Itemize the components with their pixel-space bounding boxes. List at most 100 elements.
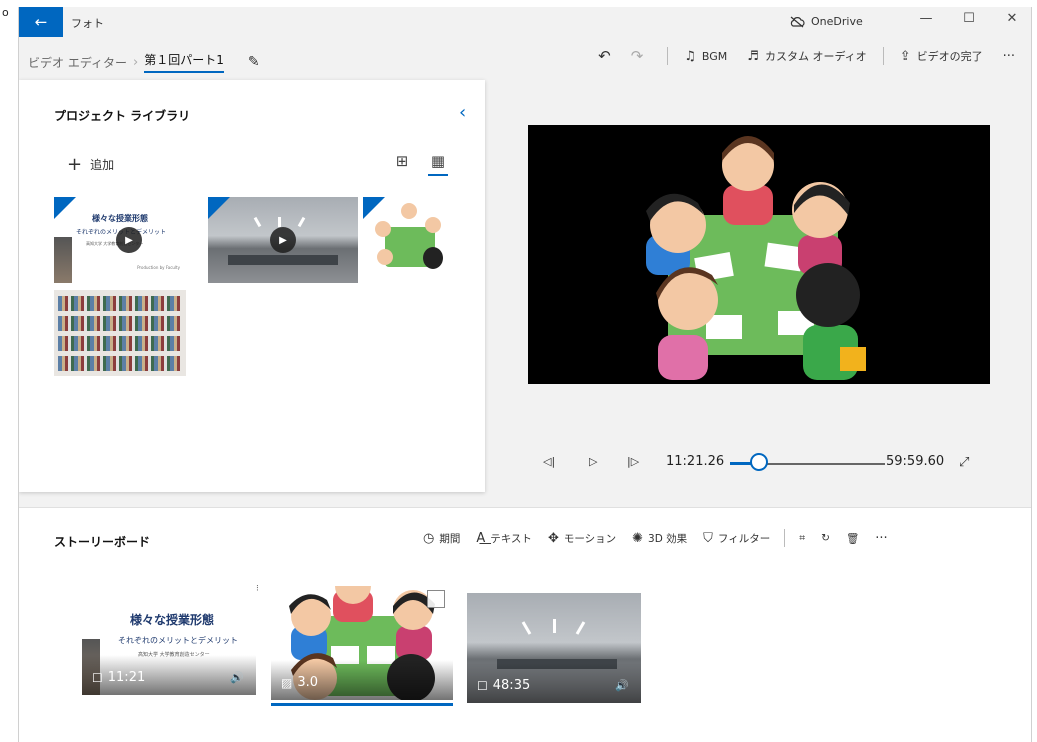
undo-button[interactable]: ↶ (588, 47, 621, 65)
storyboard-panel: ストーリーボード ◷ 期間 A͟ テキスト ✥ モーション ✺ 3D 効果 ⛉ … (19, 507, 1031, 742)
book-row (58, 296, 180, 311)
music-note-icon: ♫ (684, 48, 696, 64)
motion-label: モーション (563, 532, 617, 545)
ceiling-light (521, 621, 532, 635)
video-clip-icon: ☐ (477, 678, 488, 693)
slide-title: 様々な授業形態 (92, 214, 148, 223)
in-use-badge (208, 197, 230, 219)
book-row (58, 316, 180, 331)
seek-slider-handle[interactable] (750, 453, 769, 471)
delete-icon[interactable]: 🗑 (838, 532, 867, 545)
breadcrumb-separator-icon: › (132, 54, 139, 70)
maximize-button[interactable]: ☐ (954, 11, 984, 26)
book-row (58, 336, 180, 351)
play-icon: ▶ (270, 227, 296, 253)
view-toggle: ⊞ ▦ (392, 152, 448, 176)
illustration-person (375, 221, 391, 237)
volume-icon[interactable]: 🔊 (615, 679, 629, 692)
toolbar-actions: ↶ ↷ ♫ BGM ♬ カスタム オーディオ ⇪ ビデオの完了 ··· (588, 47, 1025, 65)
breadcrumb-parent[interactable]: ビデオ エディター (28, 54, 127, 71)
rotate-icon[interactable]: ↻ (813, 532, 838, 544)
storyboard-divider (784, 529, 786, 547)
ceiling-light (297, 216, 306, 228)
in-use-badge (363, 197, 385, 219)
volume-icon[interactable]: 🔊 (230, 671, 244, 684)
total-time: 59:59.60 (886, 454, 945, 469)
3d-effects-button[interactable]: ✺ 3D 効果 (624, 531, 695, 546)
playback-controls: ◁| ▷ |▷ 11:21.26 59:59.60 ⤢ (539, 453, 999, 475)
illustration-person (401, 203, 417, 219)
plus-icon: + (67, 154, 83, 175)
filter-button[interactable]: ⛉ フィルター (695, 531, 778, 546)
image-clip-icon: ▨ (281, 675, 293, 690)
more-options-button[interactable]: ··· (993, 49, 1025, 64)
large-grid-view-icon[interactable]: ▦ (428, 152, 448, 176)
library-item-bookshelf-image[interactable] (54, 290, 186, 376)
illustration-person (423, 247, 443, 269)
video-clip-icon: ☐ (92, 670, 103, 685)
cloud-off-icon (790, 16, 805, 27)
motion-icon: ✥ (547, 530, 559, 546)
editor-toolbar: ビデオ エディター › 第１回パート1 ✎ ↶ ↷ ♫ BGM ♬ カスタム オ… (19, 37, 1031, 77)
play-button[interactable]: ▷ (589, 455, 597, 468)
onedrive-label: OneDrive (811, 15, 863, 28)
text-icon: A͟ (476, 530, 486, 546)
fullscreen-icon[interactable]: ⤢ (959, 455, 969, 470)
add-label: 追加 (90, 158, 115, 172)
finish-video-button[interactable]: ⇪ ビデオの完了 (890, 48, 993, 64)
add-media-button[interactable]: + 追加 (67, 154, 114, 175)
illustration-person (377, 249, 393, 265)
rename-pencil-icon[interactable]: ✎ (248, 54, 260, 70)
video-preview[interactable] (528, 125, 990, 384)
clip-select-checkbox[interactable] (427, 590, 445, 608)
onedrive-status[interactable]: OneDrive (789, 15, 863, 28)
storyboard-clip-slide[interactable]: 様々な授業形態 それぞれのメリットとデメリット 高知大学 大学教育創造センター … (82, 593, 256, 695)
clip-divider-mark: ⁝ (256, 584, 259, 594)
breadcrumb: ビデオ エディター › 第１回パート1 ✎ (28, 51, 260, 73)
bgm-button[interactable]: ♫ BGM (674, 49, 737, 64)
bgm-label: BGM (701, 49, 728, 63)
previous-frame-button[interactable]: ◁| (543, 455, 555, 468)
back-button[interactable]: ← (19, 7, 63, 37)
clip-duration: ☐ 11:21 (92, 670, 145, 685)
storyboard-clip-room-video[interactable]: ☐ 48:35 🔊 (467, 593, 641, 703)
finish-video-label: ビデオの完了 (916, 50, 983, 63)
collapse-chevron-icon[interactable]: ‹ (459, 102, 466, 123)
next-frame-button[interactable]: |▷ (627, 455, 639, 468)
play-icon: ▶ (116, 227, 142, 253)
library-item-slide-video[interactable]: 様々な授業形態 それぞれのメリットとデメリット 高知大学 大学教育創造センター … (54, 197, 186, 287)
in-use-badge (54, 197, 76, 219)
current-time: 11:21.26 (666, 454, 725, 469)
filter-label: フィルター (717, 532, 771, 545)
redo-button[interactable]: ↷ (621, 47, 662, 65)
clip-duration: ☐ 48:35 (477, 678, 530, 693)
toolbar-divider (667, 47, 669, 65)
duration-button[interactable]: ◷ 期間 (415, 531, 468, 546)
slide-footer: Production by Faculty (137, 265, 180, 270)
clip-slide-subtitle: それぞれのメリットとデメリット (118, 636, 238, 645)
minimize-button[interactable]: — (911, 11, 941, 26)
storyboard-more-button[interactable]: ··· (867, 531, 895, 546)
back-arrow-icon: ← (34, 13, 48, 31)
custom-audio-label: カスタム オーディオ (764, 50, 867, 63)
text-button[interactable]: A͟ テキスト (468, 531, 540, 546)
clip-duration: ▨ 3.0 (281, 675, 318, 690)
filter-icon: ⛉ (703, 530, 713, 546)
storyboard-toolbar: ◷ 期間 A͟ テキスト ✥ モーション ✺ 3D 効果 ⛉ フィルター ⌗ ↻ (415, 529, 896, 547)
motion-button[interactable]: ✥ モーション (540, 531, 624, 546)
library-item-room-video[interactable]: ▶ (208, 197, 358, 283)
small-grid-view-icon[interactable]: ⊞ (392, 152, 412, 176)
ceiling-light (553, 619, 556, 633)
clip-duration-text: 3.0 (297, 675, 319, 690)
title-bar: ← フォト OneDrive — ☐ ✕ (19, 7, 1031, 37)
close-button[interactable]: ✕ (997, 11, 1027, 26)
crop-icon[interactable]: ⌗ (791, 532, 813, 545)
export-icon: ⇪ (899, 48, 911, 64)
clip-duration-text: 48:35 (492, 678, 531, 693)
3d-effects-label: 3D 効果 (648, 532, 688, 545)
selected-clip-indicator (271, 703, 453, 706)
custom-audio-button[interactable]: ♬ カスタム オーディオ (737, 48, 876, 64)
library-title: プロジェクト ライブラリ (54, 109, 191, 123)
storyboard-clip-illustration[interactable]: ▨ 3.0 (271, 586, 453, 700)
library-item-group-image[interactable] (363, 197, 455, 283)
